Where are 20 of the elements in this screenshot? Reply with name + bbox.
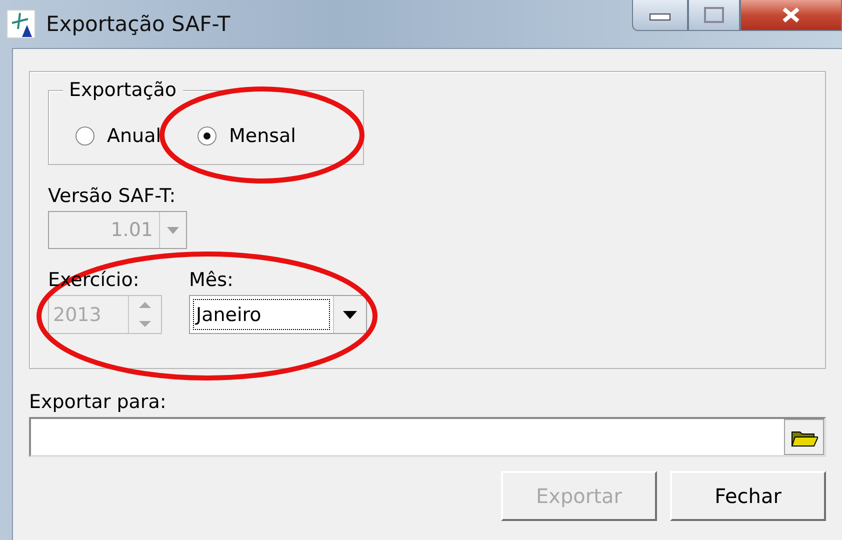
dialog-button[interactable]: Fechar xyxy=(670,471,826,521)
month-dropdown[interactable]: Janeiro xyxy=(189,295,367,334)
close-icon xyxy=(781,6,801,24)
spin-down-icon xyxy=(139,320,151,327)
maximize-icon xyxy=(704,7,724,23)
dropdown-arrow-icon xyxy=(342,310,358,320)
spin-up-icon xyxy=(139,302,151,308)
field-label: Mês: xyxy=(189,269,234,291)
group-title: Exportação xyxy=(63,79,183,101)
dropdown-arrow-icon xyxy=(166,226,180,234)
app-icon xyxy=(6,9,36,39)
browse-button[interactable] xyxy=(784,419,824,455)
close-button[interactable] xyxy=(740,0,842,31)
minimize-button[interactable] xyxy=(632,0,688,31)
path-field[interactable] xyxy=(29,417,826,457)
radio-option[interactable]: Mensal xyxy=(197,124,296,146)
window-title: Exportação SAF-T xyxy=(46,12,230,36)
field-label: Versão SAF-T: xyxy=(48,185,177,207)
radio-option[interactable]: Anual xyxy=(75,124,162,146)
field-label: Exportar para: xyxy=(29,391,168,413)
